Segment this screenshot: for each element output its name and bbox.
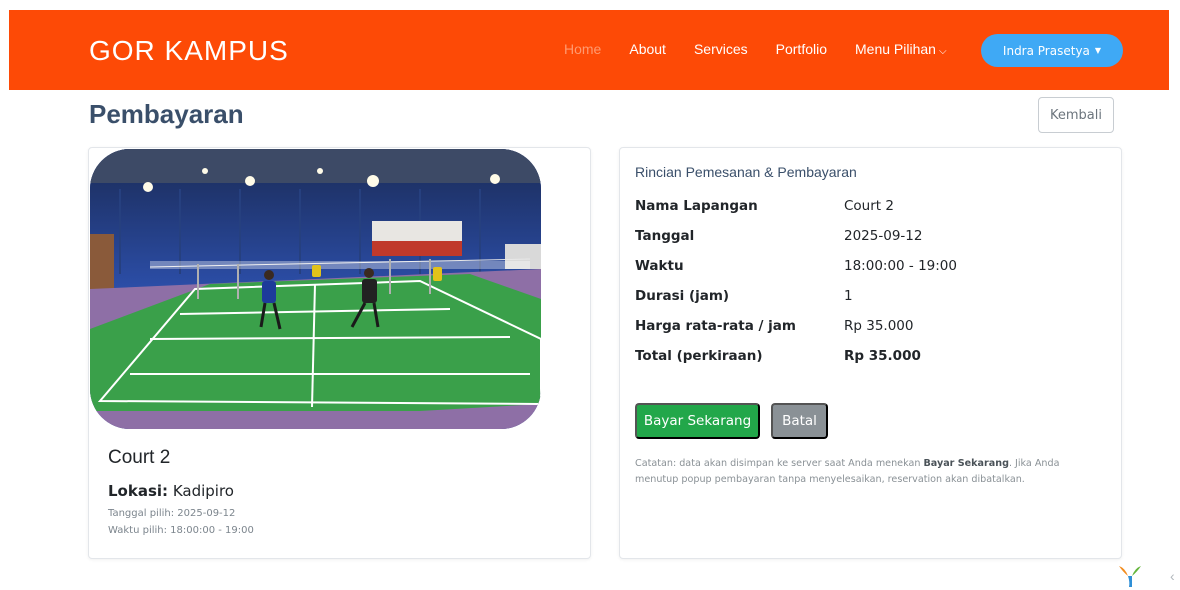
location-value: Kadipiro bbox=[172, 482, 234, 500]
detail-row-time: Waktu 18:00:00 - 19:00 bbox=[635, 258, 957, 288]
detail-label: Total (perkiraan) bbox=[635, 348, 763, 364]
selected-time-note: Waktu pilih: 18:00:00 - 19:00 bbox=[108, 525, 254, 536]
note-prefix: Catatan: data akan disimpan ke server sa… bbox=[635, 458, 924, 469]
detail-value: 1 bbox=[844, 288, 853, 304]
detail-row-total: Total (perkiraan) Rp 35.000 bbox=[635, 348, 957, 378]
chevron-left-icon[interactable]: ‹ bbox=[1170, 568, 1175, 584]
nav-menu-pilihan-dropdown[interactable]: Menu Pilihan ⌵ bbox=[855, 41, 947, 57]
caret-down-icon: ▼ bbox=[1094, 46, 1102, 55]
note-bold: Bayar Sekarang bbox=[923, 458, 1009, 469]
user-menu-button[interactable]: Indra Prasetya ▼ bbox=[981, 34, 1123, 67]
payment-note: Catatan: data akan disimpan ke server sa… bbox=[635, 456, 1105, 488]
court-name: Court 2 bbox=[108, 447, 171, 468]
detail-row-court: Nama Lapangan Court 2 bbox=[635, 198, 957, 228]
detail-value: Court 2 bbox=[844, 198, 894, 214]
details-title: Rincian Pemesanan & Pembayaran bbox=[635, 164, 857, 180]
nav-portfolio-link[interactable]: Portfolio bbox=[776, 41, 827, 57]
location-label: Lokasi: bbox=[108, 482, 169, 500]
corner-widget-icon[interactable] bbox=[1115, 562, 1145, 588]
user-name: Indra Prasetya bbox=[1002, 43, 1090, 58]
detail-label: Waktu bbox=[635, 258, 684, 274]
detail-label: Harga rata-rata / jam bbox=[635, 318, 796, 334]
cancel-button[interactable]: Batal bbox=[771, 403, 828, 439]
court-card: Court 2 Lokasi: Kadipiro Tanggal pilih: … bbox=[88, 147, 591, 559]
chevron-down-icon: ⌵ bbox=[938, 46, 947, 57]
nav-services-link[interactable]: Services bbox=[694, 41, 748, 57]
top-navbar: GOR KAMPUS Home About Services Portfolio… bbox=[9, 10, 1169, 90]
detail-row-price: Harga rata-rata / jam Rp 35.000 bbox=[635, 318, 957, 348]
payment-details-card: Rincian Pemesanan & Pembayaran Nama Lapa… bbox=[619, 147, 1122, 559]
total-value: Rp 35.000 bbox=[844, 348, 921, 364]
brand-logo[interactable]: GOR KAMPUS bbox=[89, 35, 289, 67]
detail-label: Durasi (jam) bbox=[635, 288, 730, 304]
nav-home-link[interactable]: Home bbox=[564, 41, 601, 57]
court-photo bbox=[90, 149, 541, 429]
page-title: Pembayaran bbox=[89, 99, 244, 129]
nav-links: Home About Services Portfolio Menu Pilih… bbox=[564, 41, 975, 57]
detail-row-duration: Durasi (jam) 1 bbox=[635, 288, 957, 318]
details-table: Nama Lapangan Court 2 Tanggal 2025-09-12… bbox=[635, 198, 957, 378]
detail-label: Tanggal bbox=[635, 228, 695, 244]
badminton-court-image bbox=[90, 149, 541, 429]
nav-menu-pilihan-label: Menu Pilihan bbox=[855, 41, 936, 57]
detail-value: 18:00:00 - 19:00 bbox=[844, 258, 957, 274]
court-location: Lokasi: Kadipiro bbox=[108, 482, 234, 500]
detail-value: Rp 35.000 bbox=[844, 318, 914, 334]
pay-now-button[interactable]: Bayar Sekarang bbox=[635, 403, 760, 439]
back-button[interactable]: Kembali bbox=[1038, 97, 1114, 133]
detail-label: Nama Lapangan bbox=[635, 198, 758, 214]
detail-value: 2025-09-12 bbox=[844, 228, 923, 244]
detail-row-date: Tanggal 2025-09-12 bbox=[635, 228, 957, 258]
selected-date-note: Tanggal pilih: 2025-09-12 bbox=[108, 508, 236, 519]
nav-about-link[interactable]: About bbox=[629, 41, 666, 57]
